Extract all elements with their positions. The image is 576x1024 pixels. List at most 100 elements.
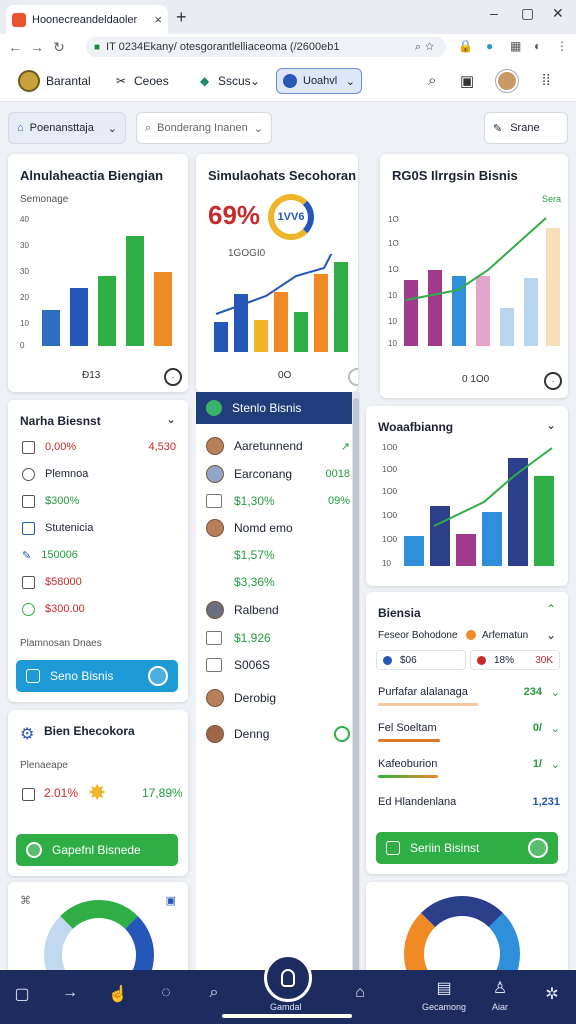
blue-action-button[interactable]: Seno Bisnis (16, 660, 178, 692)
card2-title: Simulaohats Secohoran (208, 168, 357, 183)
chevron-down-icon[interactable]: ⌄ (166, 412, 176, 426)
home-icon: ⌂ (17, 122, 24, 134)
close-window-icon[interactable]: ✕ (552, 5, 564, 22)
list-item[interactable]: Nomd emo (206, 516, 350, 540)
row-label: $1,57% (234, 548, 275, 562)
nav-item-1[interactable]: Ceoes (134, 74, 169, 88)
arrow-right-icon[interactable]: → (56, 984, 84, 1002)
center-mic-button[interactable] (264, 954, 312, 1002)
close-tab-icon[interactable]: × (154, 12, 162, 27)
chevron-down-icon[interactable]: ⌄ (546, 418, 556, 432)
chip-2[interactable]: Arfematun (482, 630, 528, 641)
thumb-icon[interactable]: ☝ (104, 984, 132, 1004)
info-icon[interactable]: · (164, 368, 182, 386)
avatar (206, 400, 222, 416)
maximize-icon[interactable]: ▢ (521, 5, 534, 22)
square-icon[interactable]: ▢ (8, 984, 36, 1004)
card2-footer: 0O (278, 370, 292, 381)
chevron-down-icon[interactable]: ⌄ (250, 74, 260, 88)
checkbox[interactable] (22, 440, 35, 454)
header-primary-button[interactable]: Uoahvl ⌄ (276, 68, 362, 94)
right-filter-label: Srane (510, 122, 540, 134)
refresh-icon (26, 842, 42, 858)
chevron-down-icon: ⌄ (253, 122, 263, 135)
list-item[interactable]: $1,57% (206, 543, 350, 567)
progress-row[interactable]: Ed Hlandenlana 1,231 (378, 796, 560, 808)
apps-grid-icon[interactable]: ⁞⁞ (542, 72, 550, 89)
info-icon[interactable] (348, 368, 358, 386)
profile-icon[interactable]: ◐ (534, 39, 541, 53)
chevron-down-icon[interactable]: ⌄ (546, 628, 556, 642)
chevron-up-icon[interactable]: ⌃ (546, 602, 556, 616)
bookmark-star-icon[interactable]: ⌕☆ (415, 41, 438, 54)
tools-icon[interactable]: ✂ (116, 74, 126, 88)
green-action-button[interactable]: Gapefnl Bisnede (16, 834, 178, 866)
right-filter-button[interactable]: ✎ Srane (484, 112, 568, 144)
expand-icon[interactable]: ▣ (166, 894, 176, 907)
back-icon[interactable]: ← (4, 39, 26, 55)
progress-row[interactable]: Fel Soeltam 0/ ⌄ (378, 722, 560, 742)
calendar-icon[interactable]: ▣ (460, 72, 474, 90)
list-item[interactable]: $3,36% (206, 570, 350, 594)
checkbox[interactable] (22, 788, 35, 801)
list-item[interactable]: Earconang 0018 (206, 462, 350, 486)
list-item[interactable]: $1,30% 09% (206, 489, 350, 513)
info-icon[interactable]: · (544, 372, 562, 390)
list-item[interactable]: $1,926 (206, 626, 350, 650)
list-item[interactable]: Denng (206, 722, 350, 746)
list-item[interactable]: $58000 (22, 571, 82, 593)
list-item-value: 4,530 (148, 441, 176, 453)
brand-name[interactable]: Barantal (46, 74, 91, 88)
pill-field-1[interactable]: $06 (376, 650, 466, 670)
pill-field-2[interactable]: 18% 30K (470, 650, 560, 670)
list-item[interactable]: Stutenicia (22, 517, 93, 539)
chip-1[interactable]: Feseor Bohodone (378, 630, 458, 641)
url-field[interactable]: ■ IT 0234Ekany/ otesgorantlelliaceoma (/… (86, 37, 446, 57)
list-item[interactable]: ✎ 150006 (22, 544, 78, 566)
people-icon[interactable]: ♙ (486, 978, 514, 998)
avatar[interactable] (496, 70, 518, 92)
home-icon[interactable]: ⌂ (346, 984, 374, 1002)
document-icon[interactable]: ▤ (430, 978, 458, 998)
green-button-label: Gapefnl Bisnede (52, 843, 141, 857)
progress-row[interactable]: Kafeoburion 1/ ⌄ (378, 758, 560, 778)
search-icon[interactable]: ⌕ (200, 984, 228, 1002)
minimize-icon[interactable]: – (490, 5, 498, 21)
donut-card-left: ⌘ ▣ (8, 882, 188, 970)
list-item[interactable]: S006S (206, 653, 350, 677)
downloads-icon[interactable]: ▦ (510, 39, 521, 53)
list-item[interactable]: 0,00% 4,530 (22, 436, 176, 458)
list-item[interactable]: Aaretunnend ↗ (206, 434, 350, 458)
attachment-icon[interactable]: ⌘ (20, 894, 31, 907)
list-item[interactable]: Derobig (206, 686, 350, 710)
checkbox[interactable] (22, 494, 35, 508)
progress-bar (378, 739, 440, 742)
alert-icon[interactable]: ◌ (152, 984, 180, 1002)
search-icon[interactable]: ⌕ (428, 72, 436, 89)
scrollbar-thumb[interactable] (353, 398, 359, 970)
reload-icon[interactable]: ↻ (48, 39, 70, 56)
list-item[interactable]: $300% (22, 490, 79, 512)
row-label: Aaretunnend (234, 439, 303, 453)
forward-icon[interactable]: → (26, 39, 48, 55)
list-item[interactable]: $300.00 (22, 598, 85, 620)
extension-icon[interactable]: ● (486, 39, 493, 53)
y-tick-0: 0 (20, 341, 25, 350)
green-submit-button[interactable]: Seriin Bisinst (376, 832, 558, 864)
avatar (206, 725, 224, 743)
y-tick: 1O (388, 265, 399, 274)
extension-lock-icon[interactable]: 🔒 (458, 39, 473, 53)
progress-row[interactable]: Purfafar alalanaga 234 ⌄ (378, 686, 560, 706)
middle-scrollbar[interactable] (352, 392, 360, 970)
list-item[interactable]: Ralbend (206, 598, 350, 622)
browser-tab[interactable]: Hoonecreandeldaoler × (6, 5, 168, 34)
menu-dots-icon[interactable]: ⋮ (556, 39, 568, 53)
list-item[interactable]: Plemnoa (22, 463, 88, 485)
primary-filter-dropdown[interactable]: ⌂ Poenansttaja ⌄ (8, 112, 126, 144)
nav-item-2[interactable]: Sscus (218, 74, 251, 88)
checkbox[interactable] (22, 575, 35, 589)
search-filter-input[interactable]: ⌕ Bonderang Inanen ⌄ (136, 112, 272, 144)
settings-icon[interactable]: ✲ (538, 984, 566, 1004)
new-tab-button[interactable]: + (176, 7, 187, 28)
middle-list-header[interactable]: Stenlo Bisnis (196, 392, 354, 424)
